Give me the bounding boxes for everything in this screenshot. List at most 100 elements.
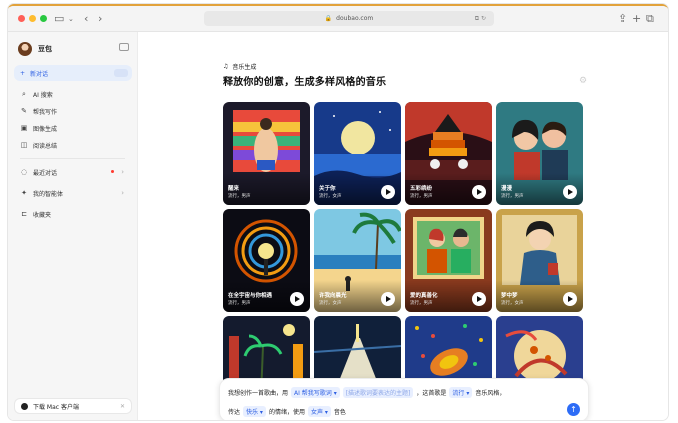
address-bar[interactable]: 🔒 doubao.com ⧉ ↻: [204, 11, 494, 26]
prompt-text: ，这首歌是: [416, 390, 447, 397]
notification-dot: [111, 170, 114, 173]
close-window-button[interactable]: [18, 15, 25, 22]
sidebar: 豆包 + 新对话 ⌕ AI 搜索 ✎ 帮我写作 ▣ 图像生成 ◫ 阅读总结 ◌ …: [8, 32, 138, 420]
music-note-icon: ♫: [223, 63, 229, 70]
book-icon: ◫: [20, 141, 28, 149]
music-card[interactable]: 漫漫 流行，男声: [496, 102, 583, 205]
window-controls: [18, 15, 47, 22]
play-button[interactable]: [381, 292, 395, 306]
card-meta: 流行，女声: [319, 194, 342, 199]
divider: [20, 158, 125, 159]
close-icon[interactable]: ✕: [120, 403, 125, 410]
sidebar-item-label: AI 搜索: [33, 91, 53, 99]
play-button[interactable]: [563, 185, 577, 199]
shortcut-badge: [114, 69, 128, 77]
play-button[interactable]: [472, 292, 486, 306]
card-title: 爱的真善化: [410, 293, 438, 299]
lyrics-theme-input[interactable]: [描述歌词要表达的主题]: [342, 387, 414, 398]
prompt-text: 的情绪，使用: [268, 409, 305, 416]
card-title: 在全宇宙与你相遇: [228, 293, 273, 299]
style-dropdown[interactable]: 流行 ▾: [449, 387, 473, 398]
card-meta: 流行，男声: [228, 194, 251, 199]
play-button[interactable]: [290, 292, 304, 306]
sidebar-item-ai-search[interactable]: ⌕ AI 搜索: [14, 87, 132, 101]
card-meta: 流行，男声: [410, 194, 433, 199]
music-card[interactable]: 许我向晨光 流行，女声: [314, 209, 401, 312]
card-title: 五彩缤纷: [410, 186, 433, 192]
minimize-window-button[interactable]: [29, 15, 36, 22]
new-chat-button[interactable]: + 新对话: [14, 65, 132, 81]
card-meta: 流行，女声: [501, 301, 524, 306]
page-title: 释放你的创意，生成多样风格的音乐: [223, 77, 387, 88]
mood-dropdown[interactable]: 快乐 ▾: [243, 406, 266, 417]
music-card[interactable]: 关于你 流行，女声: [314, 102, 401, 205]
composer-line-2: 传达 快乐 ▾ 的情绪，使用 女声 ▾ 音色: [228, 406, 346, 417]
forward-icon[interactable]: ›: [98, 11, 102, 27]
browser-window: ▭ ⌄ ‹ › 🔒 doubao.com ⧉ ↻ ⇪ + ⧉ 豆包 + 新对话 …: [8, 4, 668, 420]
voice-dropdown[interactable]: 女声 ▾: [307, 406, 331, 417]
translate-reload-icon[interactable]: ⧉ ↻: [475, 11, 486, 26]
card-meta: 流行，女声: [319, 301, 342, 306]
music-card[interactable]: 五彩缤纷 流行，男声: [405, 102, 492, 205]
card-title: 醒来: [228, 186, 240, 192]
sidebar-item-favorites[interactable]: ⊏ 收藏夹: [14, 207, 132, 221]
prompt-text: 我想创作一首歌曲，用: [228, 390, 289, 397]
play-button[interactable]: [472, 185, 486, 199]
sidebar-toggle-icon[interactable]: ▭: [54, 11, 64, 27]
sidebar-item-label: 收藏夹: [33, 211, 52, 219]
card-meta: 流行，男声: [501, 194, 524, 199]
prompt-composer[interactable]: 我想创作一首歌曲，用 AI 帮我写歌词 ▾ [描述歌词要表达的主题] ，这首歌是…: [219, 378, 589, 420]
music-card[interactable]: 醒来 流行，男声: [223, 102, 310, 205]
card-title: 许我向晨光: [319, 293, 347, 299]
chat-icon: ◌: [20, 168, 28, 176]
image-icon: ▣: [20, 124, 28, 132]
tab-overview-icon[interactable]: ⧉: [646, 11, 654, 27]
share-icon[interactable]: ⇪: [618, 11, 627, 27]
music-card[interactable]: 在全宇宙与你相遇 流行，男声: [223, 209, 310, 312]
play-button[interactable]: [381, 185, 395, 199]
sidebar-item-writing[interactable]: ✎ 帮我写作: [14, 104, 132, 118]
bookmark-icon: ⊏: [21, 210, 27, 218]
sidebar-item-image-gen[interactable]: ▣ 图像生成: [14, 121, 132, 135]
main-content: ♫ 音乐生成 释放你的创意，生成多样风格的音乐 ⚙ 醒来 流行，男声 关于你 流…: [139, 32, 668, 420]
chevron-down-icon[interactable]: ⌄: [68, 11, 74, 27]
prompt-text: 音色: [333, 409, 346, 416]
prompt-text: 传达: [228, 409, 241, 416]
card-meta: 流行，男声: [228, 301, 251, 306]
card-meta: 流行，男声: [410, 301, 433, 306]
chevron-right-icon: ›: [121, 168, 124, 176]
brand[interactable]: 豆包: [18, 42, 52, 56]
sidebar-item-label: 图像生成: [33, 125, 58, 133]
collapse-sidebar-icon[interactable]: [119, 43, 129, 51]
sidebar-item-agents[interactable]: ✦ 我的智能体 ›: [14, 186, 132, 200]
download-mac-client-button[interactable]: 下载 Mac 客户端 ✕: [14, 398, 132, 414]
chevron-right-icon: ›: [121, 189, 124, 197]
zoom-window-button[interactable]: [40, 15, 47, 22]
plus-icon: +: [20, 69, 26, 77]
sidebar-item-label: 我的智能体: [33, 190, 64, 198]
settings-icon[interactable]: ⚙: [579, 76, 587, 86]
new-tab-icon[interactable]: +: [632, 11, 641, 27]
music-card[interactable]: 爱的真善化 流行，男声: [405, 209, 492, 312]
play-button[interactable]: [563, 292, 577, 306]
sidebar-item-reading[interactable]: ◫ 阅读总结: [14, 138, 132, 152]
browser-toolbar: ▭ ⌄ ‹ › 🔒 doubao.com ⧉ ↻ ⇪ + ⧉: [8, 6, 668, 32]
send-button[interactable]: ↑: [567, 403, 580, 416]
sidebar-item-label: 帮我写作: [33, 108, 58, 116]
section-label-text: 音乐生成: [232, 64, 257, 71]
sidebar-item-label: 阅读总结: [33, 142, 58, 150]
music-card[interactable]: 梦中梦 流行，女声: [496, 209, 583, 312]
ai-lyrics-dropdown[interactable]: AI 帮我写歌词 ▾: [291, 387, 340, 398]
new-chat-label: 新对话: [30, 70, 49, 78]
card-title: 关于你: [319, 186, 336, 192]
download-label: 下载 Mac 客户端: [33, 403, 79, 411]
avatar: [18, 42, 32, 56]
card-title: 漫漫: [501, 186, 513, 192]
back-icon[interactable]: ‹: [84, 11, 88, 27]
sidebar-item-recent[interactable]: ◌ 最近对话 ›: [14, 165, 132, 179]
section-label: ♫ 音乐生成: [223, 62, 256, 71]
sparkle-icon: ✦: [21, 189, 27, 197]
composer-line-1: 我想创作一首歌曲，用 AI 帮我写歌词 ▾ [描述歌词要表达的主题] ，这首歌是…: [228, 387, 505, 398]
search-icon: ⌕: [22, 89, 26, 98]
card-title: 梦中梦: [501, 293, 518, 299]
